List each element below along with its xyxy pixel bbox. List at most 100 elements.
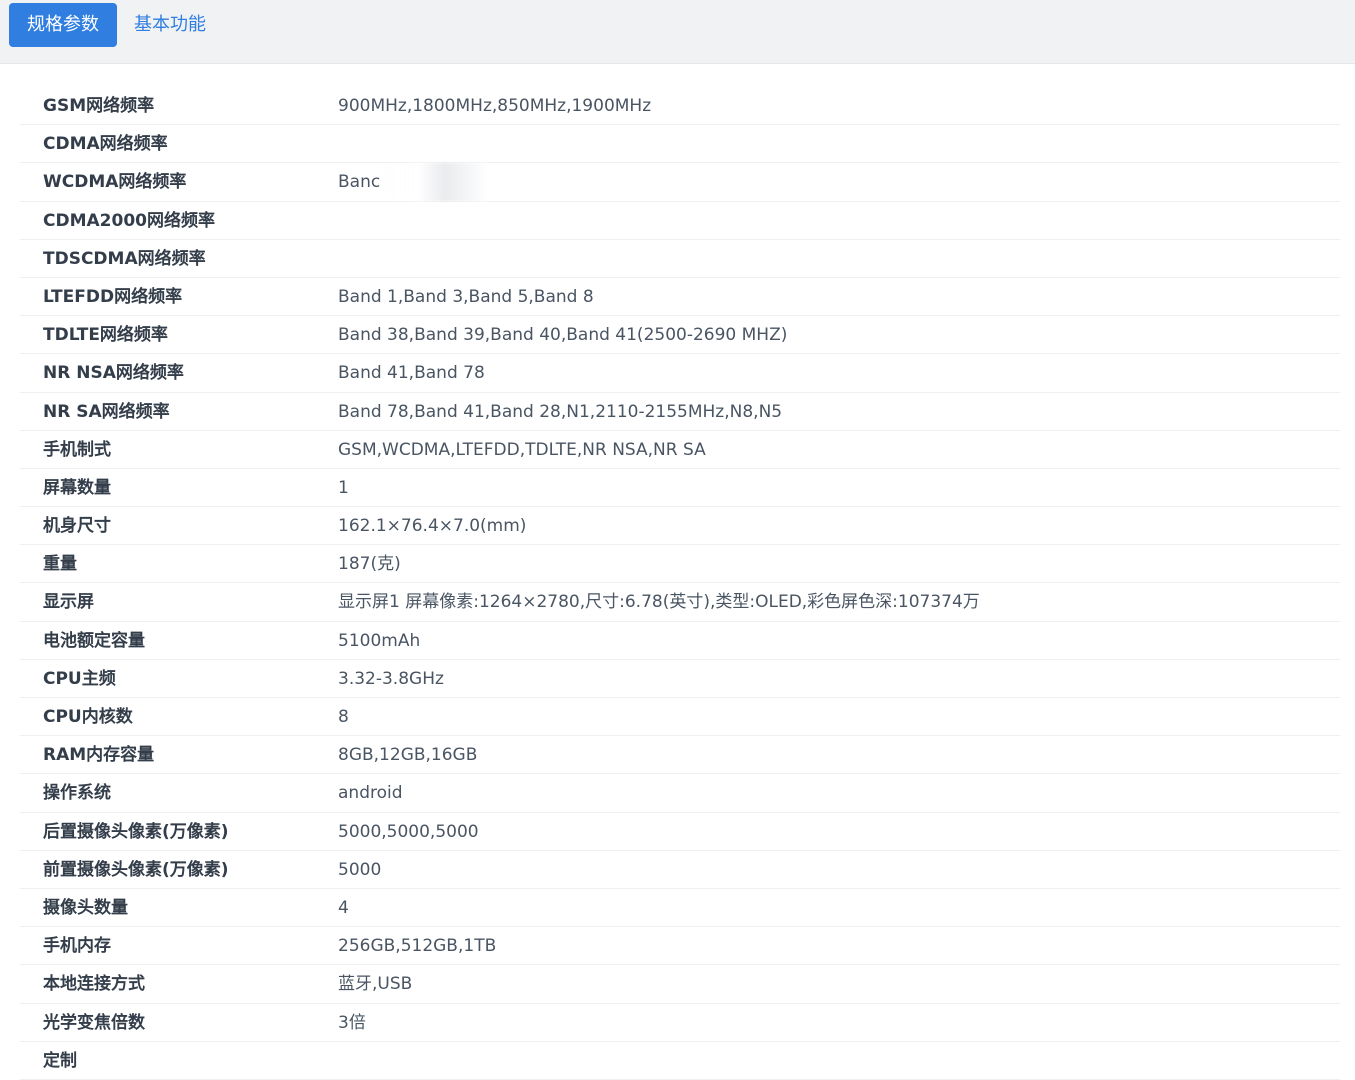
spec-value-text: 1 <box>338 477 349 498</box>
spec-value: 3倍 <box>338 1004 366 1042</box>
spec-row: 显示屏 显示屏1 屏幕像素:1264×2780,尺寸:6.78(英寸),类型:OL… <box>20 583 1340 622</box>
spec-value-text: 5000 <box>338 859 382 880</box>
spec-value-text: GSM,WCDMA,LTEFDD,TDLTE,NR NSA,NR SA <box>338 439 706 460</box>
spec-label: LTEFDD网络频率 <box>43 286 183 307</box>
spec-row: 重量 187(克) <box>20 545 1340 584</box>
spec-row: 光学变焦倍数 3倍 <box>20 1004 1340 1042</box>
spec-row: 后置摄像头像素(万像素) 5000,5000,5000 <box>20 813 1340 851</box>
spec-value-text: Band 1,Band 3,Band 5,Band 8 <box>338 286 594 307</box>
spec-value: Band 38,Band 39,Band 40,Band 41(2500-269… <box>338 316 787 354</box>
spec-value-text: 162.1×76.4×7.0(mm) <box>338 516 527 537</box>
spec-value: 8 <box>338 698 349 736</box>
spec-value-text: 3.32-3.8GHz <box>338 668 444 689</box>
spec-value-text: 4 <box>338 897 349 918</box>
spec-label: 摄像头数量 <box>43 897 128 918</box>
spec-row: WCDMA网络频率 Banc <box>20 163 1340 202</box>
spec-value: 5000,5000,5000 <box>338 813 479 851</box>
spec-row: NR SA网络频率 Band 78,Band 41,Band 28,N1,2110… <box>20 393 1340 431</box>
spec-row: 前置摄像头像素(万像素) 5000 <box>20 851 1340 889</box>
spec-value-text: 900MHz,1800MHz,850MHz,1900MHz <box>338 96 652 116</box>
spec-row: 机身尺寸 162.1×76.4×7.0(mm) <box>20 507 1340 546</box>
spec-label: TDSCDMA网络频率 <box>43 248 206 269</box>
spec-value-text: 5000,5000,5000 <box>338 821 479 842</box>
spec-value: 4 <box>338 889 349 927</box>
spec-label: CPU主频 <box>43 668 116 689</box>
spec-value: Banc <box>338 163 489 202</box>
spec-value-text: Band 41,Band 78 <box>338 363 485 384</box>
spec-row: TDSCDMA网络频率 <box>20 240 1340 278</box>
spec-value: 8GB,12GB,16GB <box>338 736 477 774</box>
spec-value: 900MHz,1800MHz,850MHz,1900MHz <box>338 87 651 125</box>
spec-label: 电池额定容量 <box>43 630 145 651</box>
spec-value: 显示屏1 屏幕像素:1264×2780,尺寸:6.78(英寸),类型:OLED,… <box>338 583 980 621</box>
spec-label: RAM内存容量 <box>43 745 155 766</box>
spec-value-text: 8GB,12GB,16GB <box>338 745 478 766</box>
tab-bar: 规格参数 基本功能 <box>0 0 1355 64</box>
spec-value-text: 187(克) <box>338 554 401 575</box>
spec-value: 162.1×76.4×7.0(mm) <box>338 507 526 545</box>
spec-row: 操作系统 android <box>20 774 1340 813</box>
tab-specs[interactable]: 规格参数 <box>9 3 117 47</box>
spec-label: CDMA2000网络频率 <box>43 210 215 231</box>
spec-label: 前置摄像头像素(万像素) <box>43 859 229 880</box>
spec-row: RAM内存容量 8GB,12GB,16GB <box>20 736 1340 775</box>
spec-label: CDMA网络频率 <box>43 134 168 155</box>
spec-value: Band 41,Band 78 <box>338 354 485 392</box>
spec-label: 显示屏 <box>43 592 94 613</box>
spec-row: 摄像头数量 4 <box>20 889 1340 928</box>
spec-label: 手机内存 <box>43 936 111 957</box>
spec-value-text: 256GB,512GB,1TB <box>338 936 497 957</box>
spec-row: 手机制式 GSM,WCDMA,LTEFDD,TDLTE,NR NSA,NR SA <box>20 431 1340 469</box>
spec-value-text: Band 38,Band 39,Band 40,Band 41(2500-269… <box>338 325 788 346</box>
spec-row: TDLTE网络频率 Band 38,Band 39,Band 40,Band 41… <box>20 316 1340 355</box>
spec-row: CPU主频 3.32-3.8GHz <box>20 660 1340 698</box>
spec-label: 操作系统 <box>43 783 111 804</box>
spec-value-text: Banc <box>338 172 381 193</box>
spec-value: Band 1,Band 3,Band 5,Band 8 <box>338 278 594 316</box>
spec-row: 定制 <box>20 1042 1340 1080</box>
spec-value: 5100mAh <box>338 622 420 660</box>
spec-value: GSM,WCDMA,LTEFDD,TDLTE,NR NSA,NR SA <box>338 431 706 469</box>
spec-value: 5000 <box>338 851 381 889</box>
spec-value-text: 5100mAh <box>338 630 421 651</box>
spec-label: 机身尺寸 <box>43 516 111 537</box>
spec-table: GSM网络频率 900MHz,1800MHz,850MHz,1900MHz CDMA… <box>20 87 1340 1080</box>
spec-value: Band 78,Band 41,Band 28,N1,2110-2155MHz,… <box>338 393 782 431</box>
spec-label: NR NSA网络频率 <box>43 363 184 384</box>
spec-row: 屏幕数量 1 <box>20 469 1340 508</box>
spec-value-text: 显示屏1 屏幕像素:1264×2780,尺寸:6.78(英寸),类型:OLED,… <box>338 592 980 613</box>
spec-value: 3.32-3.8GHz <box>338 660 444 698</box>
spec-row: CPU内核数 8 <box>20 698 1340 737</box>
spec-row: CDMA网络频率 <box>20 125 1340 164</box>
spec-value-text: android <box>338 783 403 804</box>
spec-value-text: 8 <box>338 707 349 727</box>
spec-value: 187(克) <box>338 545 401 583</box>
spec-label: 后置摄像头像素(万像素) <box>43 821 229 842</box>
spec-row: 电池额定容量 5100mAh <box>20 622 1340 660</box>
spec-value-text: 3倍 <box>338 1012 366 1033</box>
spec-label: GSM网络频率 <box>43 96 155 116</box>
spec-value-text: 蓝牙,USB <box>338 974 413 995</box>
spec-label: 定制 <box>43 1050 77 1071</box>
obscured-value-overlay <box>380 163 489 202</box>
spec-value-text: Band 78,Band 41,Band 28,N1,2110-2155MHz,… <box>338 401 783 422</box>
spec-row: NR NSA网络频率 Band 41,Band 78 <box>20 354 1340 393</box>
spec-label: 本地连接方式 <box>43 974 145 995</box>
spec-row: 本地连接方式 蓝牙,USB <box>20 965 1340 1004</box>
spec-row: GSM网络频率 900MHz,1800MHz,850MHz,1900MHz <box>20 87 1340 126</box>
spec-value: 蓝牙,USB <box>338 965 412 1003</box>
spec-label: 光学变焦倍数 <box>43 1012 145 1033</box>
spec-row: 手机内存 256GB,512GB,1TB <box>20 927 1340 966</box>
spec-row: CDMA2000网络频率 <box>20 202 1340 240</box>
spec-row: LTEFDD网络频率 Band 1,Band 3,Band 5,Band 8 <box>20 278 1340 317</box>
spec-label: CPU内核数 <box>43 707 133 727</box>
tab-basic-functions[interactable]: 基本功能 <box>116 3 224 47</box>
spec-value: 1 <box>338 469 349 507</box>
spec-label: NR SA网络频率 <box>43 401 170 422</box>
spec-label: WCDMA网络频率 <box>43 172 187 193</box>
spec-value: android <box>338 774 403 812</box>
spec-label: 重量 <box>43 554 77 575</box>
spec-label: 屏幕数量 <box>43 477 111 498</box>
spec-value: 256GB,512GB,1TB <box>338 927 496 965</box>
spec-label: TDLTE网络频率 <box>43 325 168 346</box>
